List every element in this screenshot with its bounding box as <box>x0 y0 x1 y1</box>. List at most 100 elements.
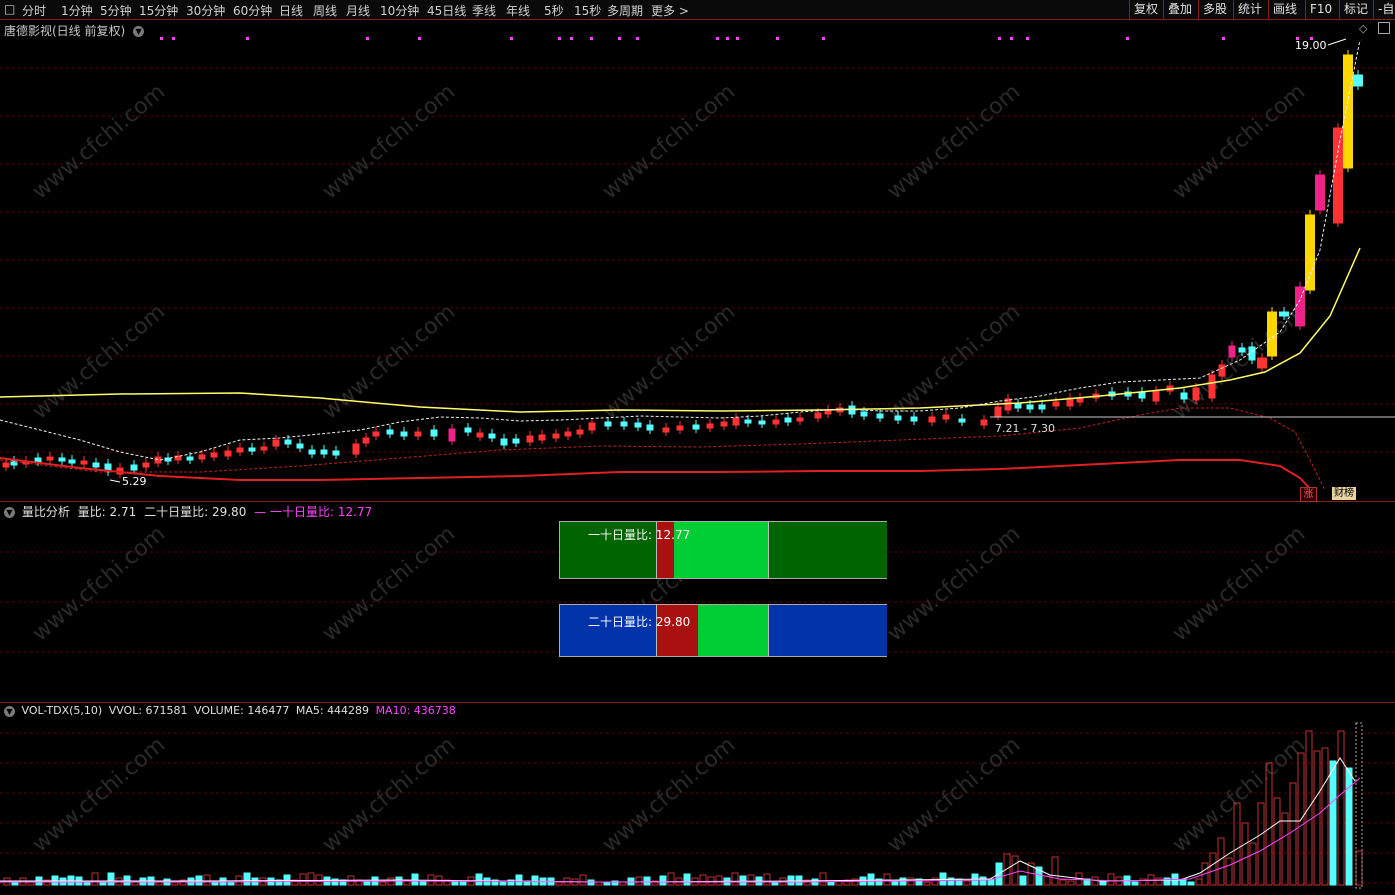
candle-body <box>1333 127 1343 224</box>
watermark-text: www.cfchi.com <box>1168 79 1310 204</box>
candle-body <box>308 449 316 455</box>
candle-body <box>1052 401 1060 407</box>
period-tab-30min[interactable]: 30分钟 <box>186 2 225 19</box>
candle-body <box>224 450 232 457</box>
low-price-pointer <box>109 479 121 483</box>
period-tab-monthly[interactable]: 月线 <box>346 2 370 19</box>
period-tab-multi[interactable]: 多周期 <box>607 2 643 19</box>
candle-body <box>430 429 438 437</box>
maximize-icon[interactable] <box>1378 22 1390 34</box>
financial-list-badge[interactable]: 财榜 <box>1332 487 1356 500</box>
candle-body <box>620 421 628 427</box>
watermark-text: www.cfchi.com <box>318 299 460 424</box>
current-volume-bar-outline <box>1355 722 1363 889</box>
signal-dot <box>1010 37 1013 40</box>
watermark-text: www.cfchi.com <box>28 732 170 857</box>
signal-dot <box>1222 37 1225 40</box>
candlestick-chart[interactable]: www.cfchi.com www.cfchi.com www.cfchi.com w… <box>0 20 1395 501</box>
signal-dot <box>1026 37 1029 40</box>
period-tab-5min[interactable]: 5分钟 <box>100 2 132 19</box>
watermark-text: www.cfchi.com <box>28 521 170 646</box>
period-tab-quarter[interactable]: 季线 <box>472 2 496 19</box>
candle-body <box>604 421 612 427</box>
ma10-box-text: 一十日量比: 12.77 <box>588 528 691 542</box>
volume-chart[interactable]: www.cfchi.com www.cfchi.com www.cfchi.com w… <box>0 703 1395 895</box>
volume-bar <box>419 881 427 886</box>
volume-bar <box>1321 747 1329 886</box>
candle-body <box>662 427 670 433</box>
period-tab-60min[interactable]: 60分钟 <box>233 2 272 19</box>
candle-body <box>576 429 584 435</box>
ma10-ratio-box[interactable]: 一十日量比: 12.77 <box>559 521 887 579</box>
diamond-icon[interactable]: ◇ <box>1359 22 1367 35</box>
ma20-ratio-box[interactable]: 二十日量比: 29.80 <box>559 604 887 657</box>
fuquan-button[interactable]: 复权 <box>1129 0 1162 19</box>
period-tab-15sec[interactable]: 15秒 <box>574 2 601 19</box>
volume-bar <box>867 873 875 886</box>
signal-dot <box>418 37 421 40</box>
candle-body <box>958 418 966 423</box>
candle-body <box>130 464 138 471</box>
candle-body <box>1343 54 1353 169</box>
candle-body <box>676 425 684 431</box>
volume-bar <box>363 881 371 886</box>
volume-bar <box>931 877 939 886</box>
candle-body <box>260 446 268 451</box>
watermark-text: www.cfchi.com <box>883 521 1025 646</box>
overlay-button[interactable]: 叠加 <box>1163 0 1196 19</box>
candle-body <box>46 456 54 461</box>
candle-body <box>362 437 370 444</box>
candle-body <box>876 413 884 419</box>
draw-line-button[interactable]: 画线 <box>1268 0 1301 19</box>
volume-bar <box>827 881 835 886</box>
mark-button[interactable]: 标记 <box>1339 0 1372 19</box>
period-tab-5sec[interactable]: 5秒 <box>544 2 564 19</box>
period-tab-fenshi[interactable]: 分时 <box>22 2 46 19</box>
volume-bar <box>739 875 747 886</box>
signal-dot <box>510 37 513 40</box>
signal-dot <box>998 37 1001 40</box>
period-tab-1min[interactable]: 1分钟 <box>61 2 93 19</box>
watermark-text: www.cfchi.com <box>1168 732 1310 857</box>
volume-bar <box>1163 877 1171 886</box>
volume-bar <box>499 881 507 886</box>
candle-body <box>1192 387 1200 401</box>
stock-title: 唐德影视(日线 前复权) ▼ <box>4 22 147 39</box>
period-tab-year[interactable]: 年线 <box>506 2 530 19</box>
chevron-down-icon[interactable]: ▼ <box>133 26 145 37</box>
candle-body <box>942 414 950 420</box>
auto-button[interactable]: -自 <box>1373 0 1395 19</box>
period-tab-10min[interactable]: 10分钟 <box>380 2 419 19</box>
multi-stock-button[interactable]: 多股 <box>1198 0 1231 19</box>
ma10-box-right <box>768 522 887 578</box>
window-icon[interactable]: □ <box>4 2 15 16</box>
volume-bar <box>1281 812 1289 886</box>
candle-body <box>1228 345 1236 358</box>
volume-bar <box>683 873 691 886</box>
candle-body <box>448 428 456 442</box>
volume-bar <box>515 874 523 886</box>
candle-body <box>1208 374 1216 399</box>
limit-up-badge[interactable]: 涨 <box>1300 487 1317 502</box>
period-tab-daily[interactable]: 日线 <box>279 2 303 19</box>
period-tab-45day[interactable]: 45日线 <box>427 2 466 19</box>
more-periods-menu[interactable]: 更多 > <box>651 2 689 19</box>
period-tab-15min[interactable]: 15分钟 <box>139 2 178 19</box>
volume-bar <box>1179 879 1187 886</box>
volume-bar <box>715 875 723 886</box>
volume-bar <box>1043 875 1051 886</box>
candle-body <box>706 423 714 429</box>
period-tab-weekly[interactable]: 周线 <box>313 2 337 19</box>
f10-button[interactable]: F10 <box>1305 0 1336 19</box>
candle-body <box>588 422 596 431</box>
candle-body <box>1257 357 1267 369</box>
candle-body <box>814 412 822 419</box>
candle-body <box>488 433 496 439</box>
statistics-button[interactable]: 统计 <box>1233 0 1266 19</box>
candle-body <box>894 415 902 421</box>
candle-body <box>332 450 340 456</box>
volume-bar <box>1187 881 1195 886</box>
signal-dot <box>726 37 729 40</box>
high-price-label: 19.00 <box>1295 39 1327 52</box>
candle-body <box>1305 214 1315 291</box>
